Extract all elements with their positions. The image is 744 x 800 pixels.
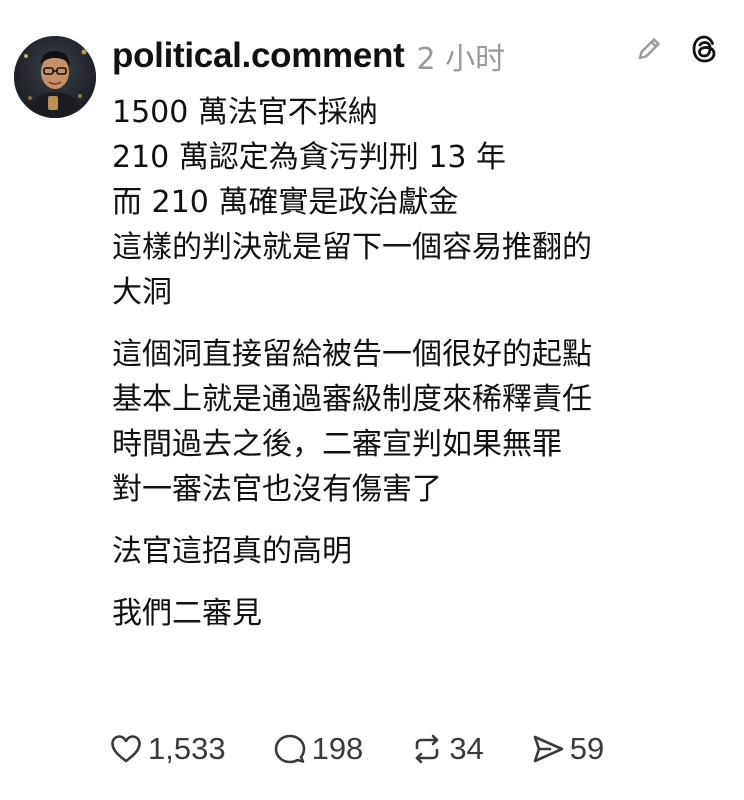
- post-text-line: 1500 萬法官不採納: [112, 95, 378, 130]
- post-text-line: 基本上就是通過審級制度來稀釋責任: [112, 382, 592, 417]
- share-count: 59: [569, 731, 605, 766]
- post-text-line: 這個洞直接留給被告一個很好的起點: [112, 337, 592, 372]
- post-top-icons: [632, 32, 722, 66]
- post-header: political.comment 2 小时: [112, 30, 505, 82]
- post-text-line: 210 萬認定為貪污判刑 13 年: [112, 140, 507, 175]
- post-text-line: 大洞: [112, 275, 172, 310]
- username[interactable]: political.comment: [112, 36, 405, 76]
- repost-button[interactable]: 34: [409, 731, 484, 767]
- threads-post: political.comment 2 小时 1500 萬法官不採納 210 萬…: [0, 0, 744, 800]
- post-paragraph: 這個洞直接留給被告一個很好的起點 基本上就是通過審級制度來稀釋責任 時間過去之後…: [112, 332, 732, 512]
- repost-icon: [409, 731, 445, 767]
- post-text-line: 我們二審見: [112, 596, 262, 631]
- post-actions: 1,533 198 34 59: [108, 726, 650, 772]
- share-button[interactable]: 59: [530, 731, 604, 767]
- heart-icon: [108, 731, 144, 767]
- send-icon: [530, 731, 566, 767]
- post-text-line: 這樣的判決就是留下一個容易推翻的: [112, 230, 592, 265]
- post-body: 1500 萬法官不採納 210 萬認定為貪污判刑 13 年 而 210 萬確實是…: [112, 90, 732, 653]
- post-paragraph: 法官這招真的高明: [112, 529, 732, 574]
- like-count: 1,533: [148, 731, 226, 766]
- repost-count: 34: [449, 731, 484, 766]
- post-text-line: 而 210 萬確實是政治獻金: [112, 185, 459, 220]
- comment-bubble-icon: [272, 731, 308, 767]
- post-text-line: 法官這招真的高明: [112, 534, 352, 569]
- edit-pencil-icon[interactable]: [632, 32, 666, 66]
- avatar[interactable]: [14, 36, 96, 118]
- post-text-line: 時間過去之後，二審宣判如果無罪: [112, 427, 562, 462]
- timestamp: 2 小时: [416, 42, 506, 77]
- post-text-line: 對一審法官也沒有傷害了: [112, 472, 442, 507]
- comment-button[interactable]: 198: [272, 731, 364, 767]
- post-paragraph: 我們二審見: [112, 591, 732, 636]
- comment-count: 198: [311, 731, 364, 766]
- threads-logo-icon[interactable]: [688, 32, 722, 66]
- like-button[interactable]: 1,533: [108, 731, 226, 767]
- post-paragraph: 1500 萬法官不採納 210 萬認定為貪污判刑 13 年 而 210 萬確實是…: [112, 90, 732, 315]
